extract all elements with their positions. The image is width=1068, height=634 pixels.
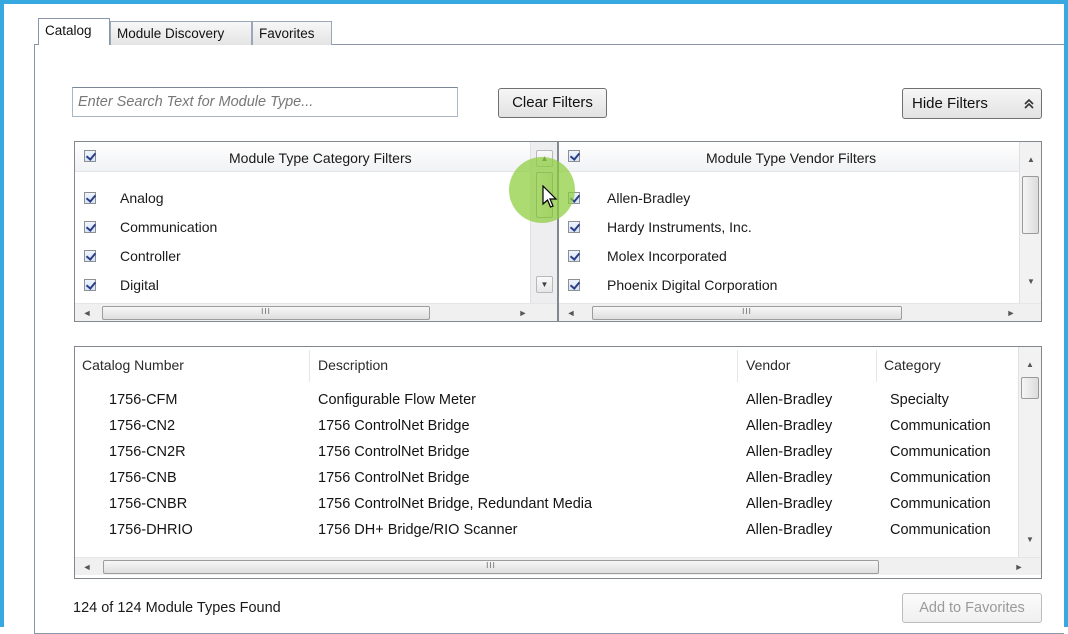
category-digital-label: Digital: [120, 277, 159, 293]
catalog-table: [74, 346, 1042, 579]
vendor-scroll-thumb[interactable]: [1022, 176, 1039, 234]
hide-filters-button[interactable]: Hide Filters: [902, 88, 1042, 119]
category-cell: Communication: [890, 470, 991, 486]
description-cell: 1756 ControlNet Bridge, Redundant Media: [318, 496, 593, 512]
module-type-search-input[interactable]: Enter Search Text for Module Type...: [72, 87, 458, 117]
vendor-phoenix-digital-checkbox[interactable]: [568, 279, 580, 291]
catalog-number-cell: 1756-CFM: [109, 392, 178, 408]
vendor-filter-header: Module Type Vendor Filters: [559, 142, 1019, 172]
scroll-left-arrow-icon[interactable]: ◄: [79, 305, 95, 321]
description-cell: Configurable Flow Meter: [318, 392, 476, 408]
vendor-allen-bradley-label: Allen-Bradley: [607, 190, 691, 206]
vendor-hscroll-thumb[interactable]: III: [592, 306, 902, 320]
vendor-cell: Allen-Bradley: [746, 522, 833, 538]
category-analog-label: Analog: [120, 190, 164, 206]
window-left-border: [0, 0, 4, 627]
description-cell: 1756 ControlNet Bridge: [318, 444, 470, 460]
vendor-scroll-right-arrow-icon[interactable]: ►: [1003, 305, 1019, 321]
category-communication-label: Communication: [120, 219, 218, 235]
vendor-filter-title: Module Type Vendor Filters: [706, 150, 877, 166]
category-cell: Specialty: [890, 392, 949, 408]
column-header-catalog-number[interactable]: Catalog Number: [82, 357, 184, 373]
column-header-description[interactable]: Description: [318, 357, 388, 373]
catalog-scroll-left-arrow-icon[interactable]: ◄: [79, 559, 95, 575]
category-cell: Communication: [890, 418, 991, 434]
category-select-all-checkbox[interactable]: [84, 150, 96, 162]
vendor-cell: Allen-Bradley: [746, 470, 833, 486]
scroll-down-arrow-icon[interactable]: ▼: [536, 276, 553, 293]
vendor-molex-label: Molex Incorporated: [607, 248, 727, 264]
vendor-cell: Allen-Bradley: [746, 392, 833, 408]
description-cell: 1756 ControlNet Bridge: [318, 418, 470, 434]
column-header-vendor[interactable]: Vendor: [746, 357, 790, 373]
window-right-border: [1064, 0, 1068, 627]
description-cell: 1756 DH+ Bridge/RIO Scanner: [318, 522, 518, 538]
category-communication-checkbox[interactable]: [84, 221, 96, 233]
module-count-status: 124 of 124 Module Types Found: [73, 600, 281, 616]
vendor-hardy-instruments-checkbox[interactable]: [568, 221, 580, 233]
window-top-border: [0, 0, 1068, 4]
add-to-favorites-button[interactable]: Add to Favorites: [902, 593, 1042, 623]
tab-catalog[interactable]: Catalog: [38, 18, 110, 45]
category-analog-checkbox[interactable]: [84, 192, 96, 204]
vendor-select-all-checkbox[interactable]: [568, 150, 580, 162]
tab-favorites[interactable]: Favorites: [252, 21, 332, 45]
description-cell: 1756 ControlNet Bridge: [318, 470, 470, 486]
vendor-cell: Allen-Bradley: [746, 444, 833, 460]
catalog-number-cell: 1756-DHRIO: [109, 522, 193, 538]
catalog-vertical-scrollbar[interactable]: ▲ ▼: [1018, 347, 1041, 557]
mouse-cursor-icon: [542, 185, 558, 208]
hide-filters-label: Hide Filters: [912, 95, 988, 112]
category-horizontal-scrollbar[interactable]: ◄ III ►: [75, 303, 557, 321]
vendor-scroll-left-arrow-icon[interactable]: ◄: [563, 305, 579, 321]
catalog-hscroll-thumb[interactable]: III: [103, 560, 879, 574]
vendor-cell: Allen-Bradley: [746, 418, 833, 434]
catalog-horizontal-scrollbar[interactable]: ◄ III ►: [75, 557, 1041, 575]
category-cell: Communication: [890, 496, 991, 512]
category-cell: Communication: [890, 522, 991, 538]
column-header-category[interactable]: Category: [884, 357, 941, 373]
vendor-vertical-scrollbar[interactable]: ▲ ▼: [1019, 142, 1041, 303]
vendor-filter-pane: Module Type Vendor Filters Allen-Bradley…: [558, 141, 1042, 322]
category-controller-label: Controller: [120, 248, 181, 264]
vendor-molex-checkbox[interactable]: [568, 250, 580, 262]
category-hscroll-thumb[interactable]: III: [102, 306, 430, 320]
category-digital-checkbox[interactable]: [84, 279, 96, 291]
catalog-scroll-down-arrow-icon[interactable]: ▼: [1022, 532, 1038, 548]
tab-module-discovery[interactable]: Module Discovery: [110, 21, 252, 45]
column-separator: [876, 350, 877, 382]
scroll-right-arrow-icon[interactable]: ►: [515, 305, 531, 321]
catalog-scroll-up-arrow-icon[interactable]: ▲: [1022, 357, 1038, 373]
catalog-number-cell: 1756-CN2: [109, 418, 176, 434]
double-chevron-up-icon: [1024, 98, 1034, 109]
catalog-number-cell: 1756-CNBR: [109, 496, 188, 512]
catalog-number-cell: 1756-CNB: [109, 470, 177, 486]
vendor-scroll-up-arrow-icon[interactable]: ▲: [1023, 152, 1039, 168]
catalog-scroll-thumb[interactable]: [1021, 377, 1039, 399]
vendor-horizontal-scrollbar[interactable]: ◄ III ►: [559, 303, 1041, 321]
vendor-hardy-instruments-label: Hardy Instruments, Inc.: [607, 219, 752, 235]
catalog-scroll-right-arrow-icon[interactable]: ►: [1011, 559, 1027, 575]
clear-filters-button[interactable]: Clear Filters: [498, 88, 607, 118]
column-separator: [737, 350, 738, 382]
vendor-cell: Allen-Bradley: [746, 496, 833, 512]
vendor-phoenix-digital-label: Phoenix Digital Corporation: [607, 277, 778, 293]
category-filter-title: Module Type Category Filters: [229, 150, 412, 166]
column-separator: [309, 350, 310, 382]
vendor-scroll-down-arrow-icon[interactable]: ▼: [1023, 274, 1039, 290]
category-filter-pane: Module Type Category Filters Analog Comm…: [74, 141, 558, 322]
catalog-number-cell: 1756-CN2R: [109, 444, 186, 460]
category-controller-checkbox[interactable]: [84, 250, 96, 262]
category-cell: Communication: [890, 444, 991, 460]
category-filter-header: Module Type Category Filters: [75, 142, 530, 172]
